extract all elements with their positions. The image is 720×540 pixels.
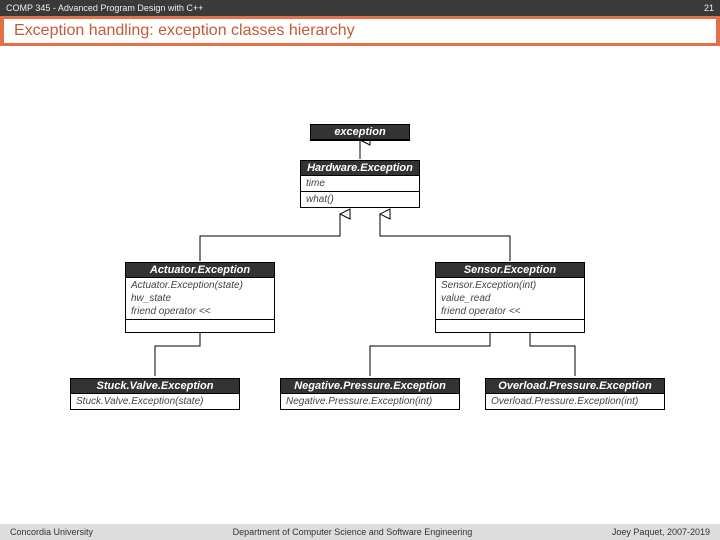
uml-class-name: Actuator.Exception: [126, 263, 274, 278]
uml-methods: [436, 320, 584, 332]
footer-right: Joey Paquet, 2007-2019: [612, 527, 710, 537]
uml-methods: what(): [301, 192, 419, 207]
uml-class-name: Stuck.Valve.Exception: [71, 379, 239, 394]
uml-members: Actuator.Exception(state) hw_state frien…: [126, 278, 274, 320]
slide-footer: Concordia University Department of Compu…: [0, 524, 720, 540]
uml-members: Stuck.Valve.Exception(state): [71, 394, 239, 409]
uml-hardware-exception: Hardware.Exception time what(): [300, 160, 420, 208]
uml-stuckvalve-exception: Stuck.Valve.Exception Stuck.Valve.Except…: [70, 378, 240, 410]
uml-class-name: Overload.Pressure.Exception: [486, 379, 664, 394]
slide-title: Exception handling: exception classes hi…: [14, 22, 355, 40]
uml-class-name: Sensor.Exception: [436, 263, 584, 278]
uml-overpressure-exception: Overload.Pressure.Exception Overload.Pre…: [485, 378, 665, 410]
course-label: COMP 345 - Advanced Program Design with …: [6, 3, 203, 13]
slide-number: 21: [704, 3, 714, 13]
slide-top-bar: COMP 345 - Advanced Program Design with …: [0, 0, 720, 16]
uml-methods: [126, 320, 274, 332]
uml-sensor-exception: Sensor.Exception Sensor.Exception(int) v…: [435, 262, 585, 333]
uml-members: Overload.Pressure.Exception(int): [486, 394, 664, 409]
uml-members: Sensor.Exception(int) value_read friend …: [436, 278, 584, 320]
uml-exception: exception: [310, 124, 410, 141]
uml-class-name: Hardware.Exception: [301, 161, 419, 176]
uml-members: time: [301, 176, 419, 192]
uml-connectors: [0, 46, 720, 524]
footer-left: Concordia University: [10, 527, 93, 537]
footer-center: Department of Computer Science and Softw…: [233, 527, 473, 537]
uml-members: Negative.Pressure.Exception(int): [281, 394, 459, 409]
uml-negpressure-exception: Negative.Pressure.Exception Negative.Pre…: [280, 378, 460, 410]
slide-title-bar: Exception handling: exception classes hi…: [0, 16, 720, 46]
uml-class-name: Negative.Pressure.Exception: [281, 379, 459, 394]
uml-class-name: exception: [311, 125, 409, 140]
uml-actuator-exception: Actuator.Exception Actuator.Exception(st…: [125, 262, 275, 333]
diagram-canvas: exception Hardware.Exception time what()…: [0, 46, 720, 524]
